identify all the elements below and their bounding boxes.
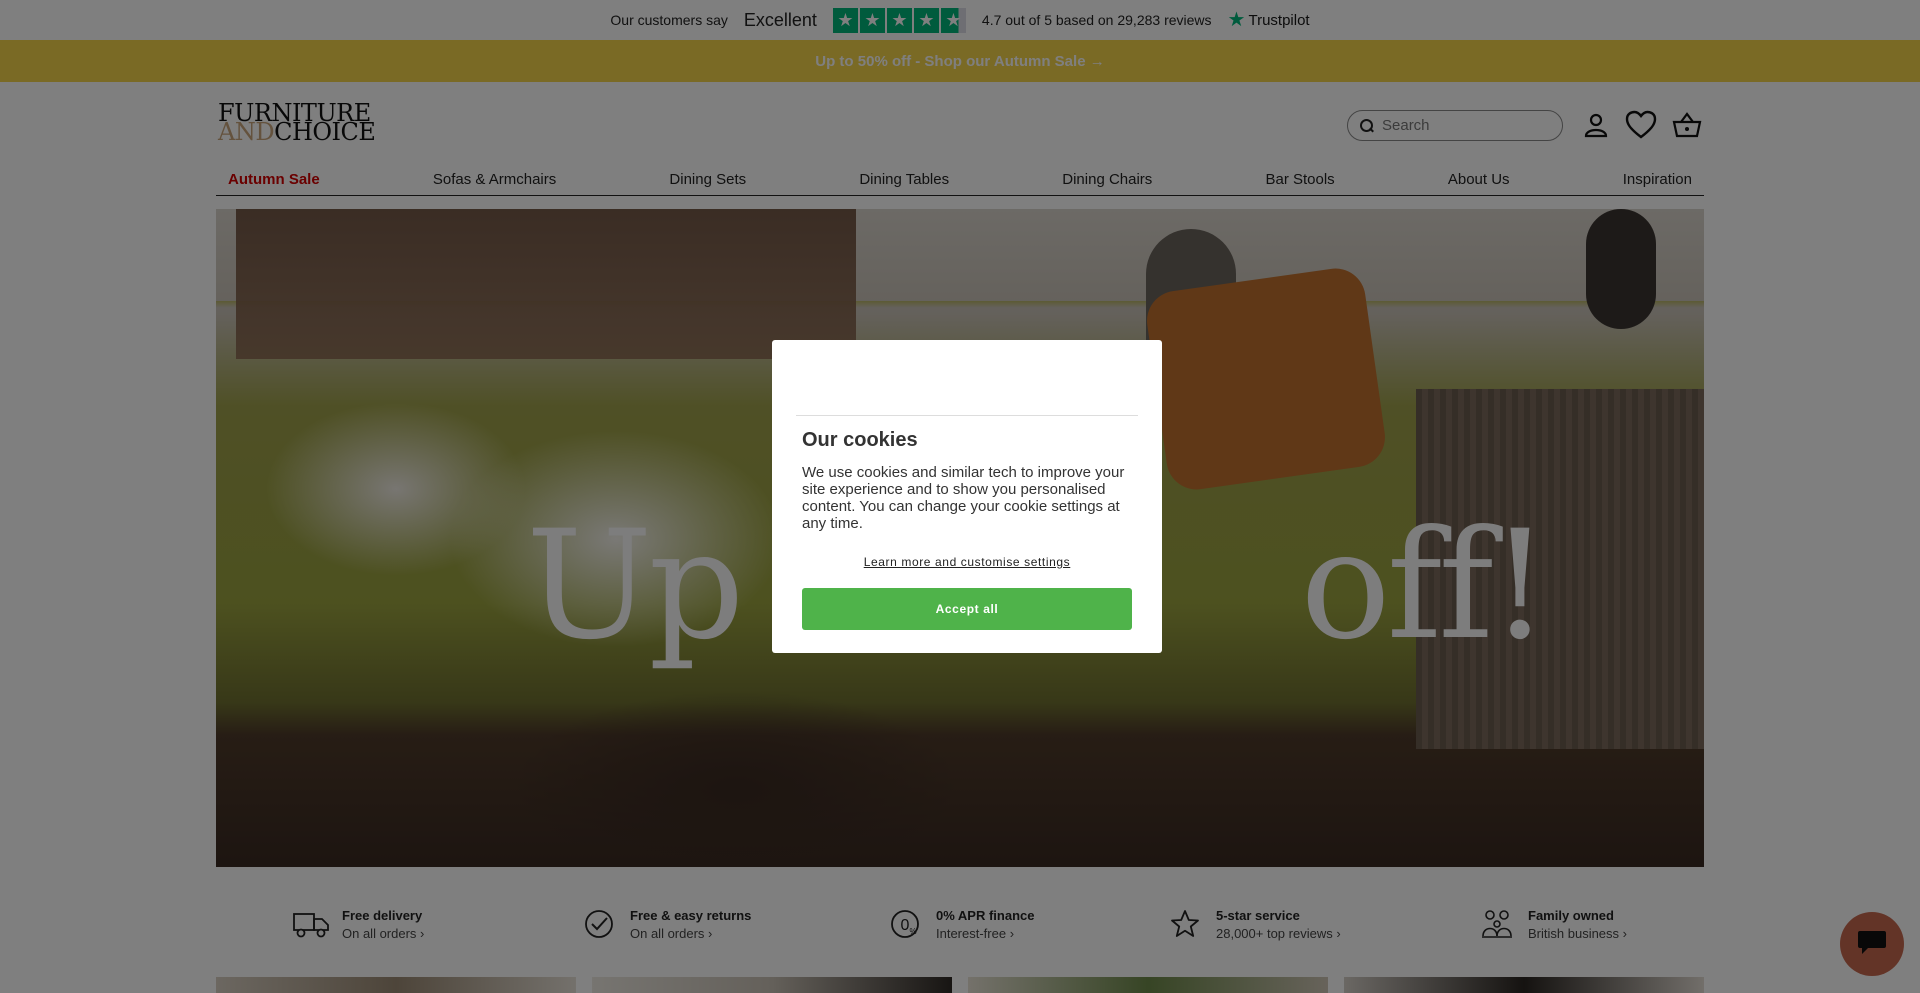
accept-all-button[interactable]: Accept all bbox=[802, 588, 1132, 630]
cookie-consent-dialog: Our cookies We use cookies and similar t… bbox=[772, 340, 1162, 653]
cookie-dialog-title: Our cookies bbox=[802, 429, 918, 451]
cookie-dialog-body: We use cookies and similar tech to impro… bbox=[802, 464, 1125, 532]
dialog-divider bbox=[796, 415, 1138, 416]
learn-more-customise-link[interactable]: Learn more and customise settings bbox=[772, 555, 1162, 569]
